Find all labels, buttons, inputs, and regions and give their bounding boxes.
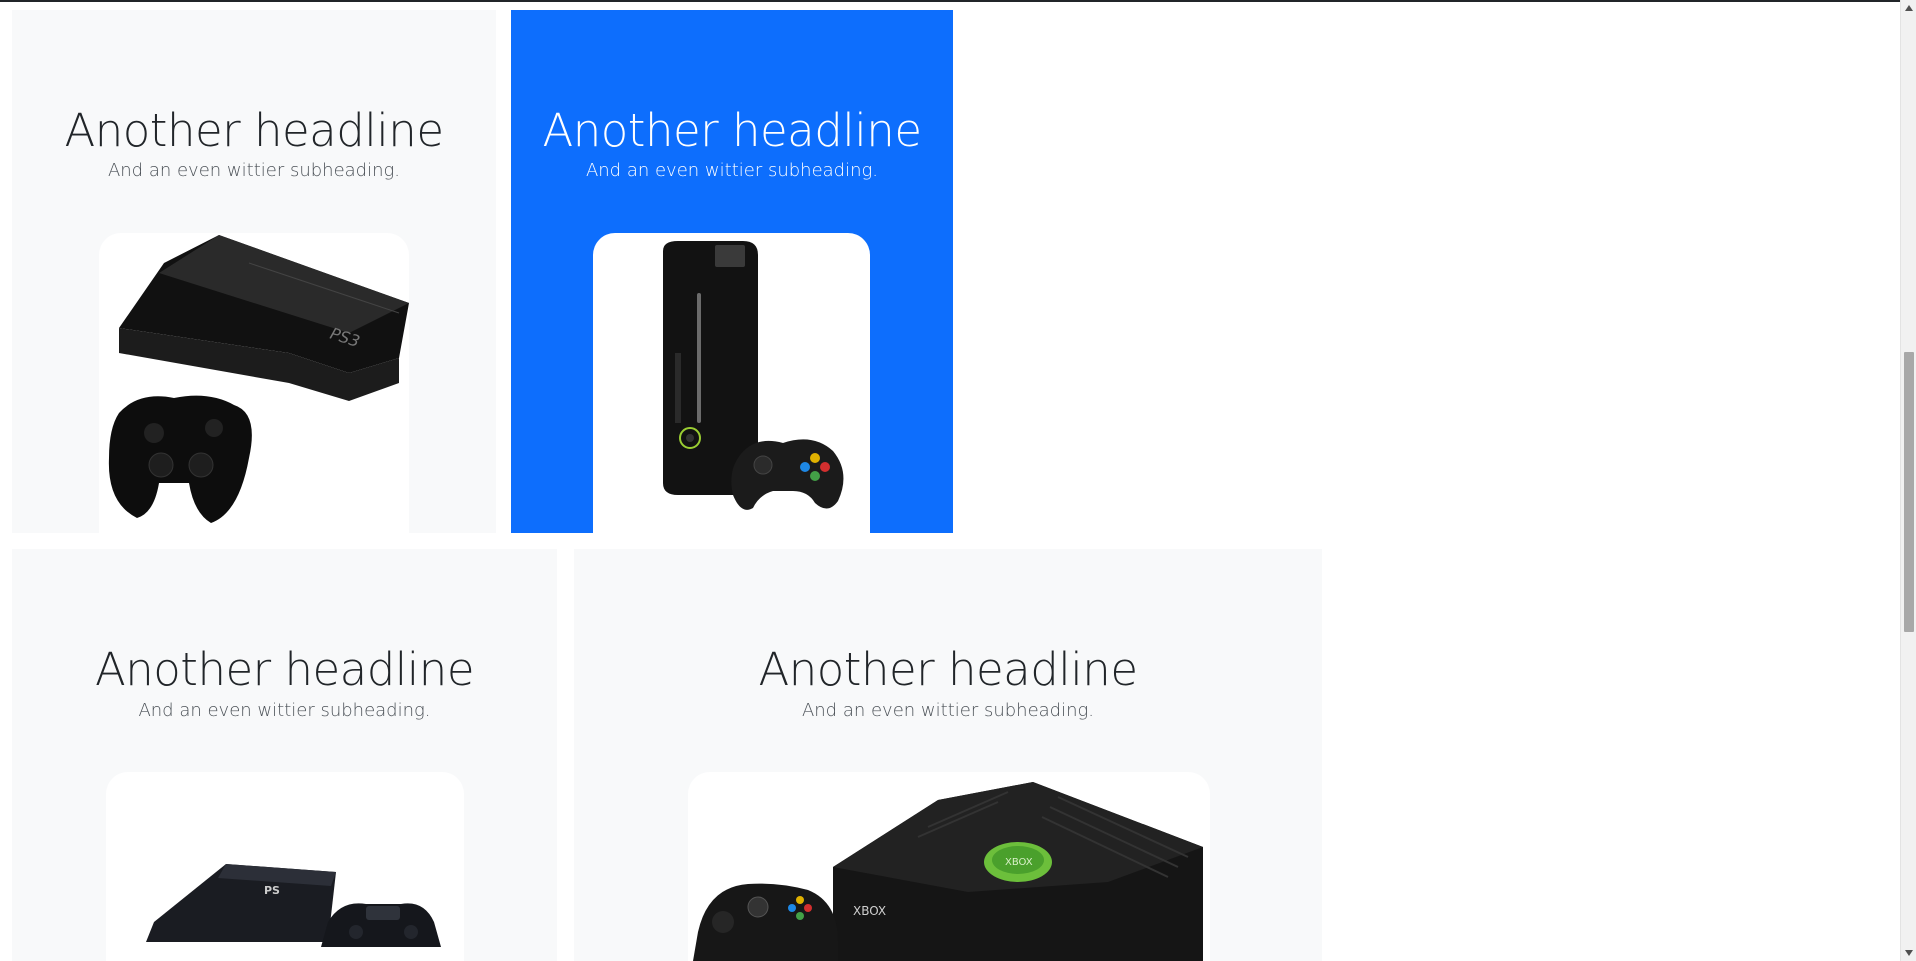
product-image-card [593, 233, 870, 533]
feature-headline: Another headline [94, 643, 475, 696]
feature-headline: Another headline [64, 104, 444, 157]
scroll-down-button[interactable] [1901, 945, 1916, 961]
product-image-card: PS [106, 772, 464, 961]
feature-subheading: And an even wittier subheading. [107, 160, 401, 181]
xbox-logo-text: XBOX [1005, 857, 1033, 868]
svg-text:PS: PS [264, 884, 280, 897]
feature-subheading: And an even wittier subheading. [138, 700, 431, 721]
scroll-thumb[interactable] [1904, 352, 1914, 632]
product-image-card: PS3 [99, 233, 409, 533]
feature-headline: Another headline [758, 643, 1138, 696]
top-border [0, 0, 1900, 2]
feature-panel-original-xbox: Another headline And an even wittier sub… [574, 549, 1322, 961]
feature-subheading: And an even wittier subheading. [585, 160, 879, 181]
xbox-360-console-image [663, 241, 844, 510]
feature-panel-xbox-360: Another headline And an even wittier sub… [511, 10, 953, 533]
ps4-console-image: PS [146, 864, 441, 947]
triangle-down-icon [1905, 950, 1913, 956]
ps3-console-image: PS3 [108, 235, 409, 523]
xbox-front-logo-text: XBOX [853, 904, 886, 918]
scroll-up-button[interactable] [1901, 0, 1916, 16]
product-image-card: XBOX XBOX [688, 772, 1210, 961]
feature-panel-ps3: Another headline And an even wittier sub… [12, 10, 496, 533]
feature-panel-ps4: Another headline And an even wittier sub… [12, 549, 557, 961]
feature-subheading: And an even wittier subheading. [801, 700, 1095, 721]
vertical-scrollbar[interactable] [1900, 0, 1916, 961]
feature-headline: Another headline [542, 104, 922, 157]
triangle-up-icon [1905, 5, 1913, 11]
original-xbox-console-image: XBOX XBOX [693, 782, 1203, 961]
